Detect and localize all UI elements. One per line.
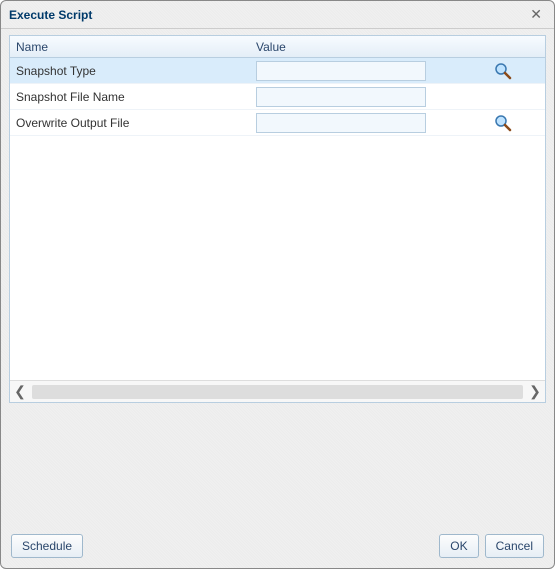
param-name: Snapshot Type (10, 64, 250, 78)
param-value-cell (250, 113, 460, 133)
param-value-cell (250, 61, 460, 81)
param-name: Overwrite Output File (10, 116, 250, 130)
column-header-action (460, 36, 545, 57)
close-icon[interactable]: ✕ (526, 6, 546, 23)
ok-button[interactable]: OK (439, 534, 478, 558)
table-row[interactable]: Snapshot File Name (10, 84, 545, 110)
scroll-left-icon[interactable]: ❮ (10, 383, 30, 400)
spacer (1, 403, 554, 526)
scroll-right-icon[interactable]: ❯ (525, 383, 545, 400)
param-name: Snapshot File Name (10, 90, 250, 104)
param-value-input[interactable] (256, 87, 426, 107)
parameter-grid: Name Value Snapshot Type Snapshot File Na… (9, 35, 546, 403)
param-value-cell (250, 87, 460, 107)
magnifier-icon[interactable] (494, 114, 512, 132)
param-action-cell (460, 114, 545, 132)
button-bar: Schedule OK Cancel (1, 526, 554, 568)
horizontal-scrollbar: ❮ ❯ (10, 380, 545, 402)
magnifier-icon[interactable] (494, 62, 512, 80)
execute-script-dialog: Execute Script ✕ Name Value Snapshot Typ… (0, 0, 555, 569)
column-header-name[interactable]: Name (10, 36, 250, 57)
titlebar: Execute Script ✕ (1, 1, 554, 29)
param-value-input[interactable] (256, 113, 426, 133)
table-row[interactable]: Snapshot Type (10, 58, 545, 84)
column-header-value[interactable]: Value (250, 36, 460, 57)
grid-body: Snapshot Type Snapshot File Name Overwrite… (10, 58, 545, 380)
table-row[interactable]: Overwrite Output File (10, 110, 545, 136)
grid-header: Name Value (10, 36, 545, 58)
scroll-track[interactable] (32, 385, 523, 399)
cancel-button[interactable]: Cancel (485, 534, 544, 558)
param-value-input[interactable] (256, 61, 426, 81)
param-action-cell (460, 62, 545, 80)
dialog-title: Execute Script (9, 8, 526, 22)
schedule-button[interactable]: Schedule (11, 534, 83, 558)
